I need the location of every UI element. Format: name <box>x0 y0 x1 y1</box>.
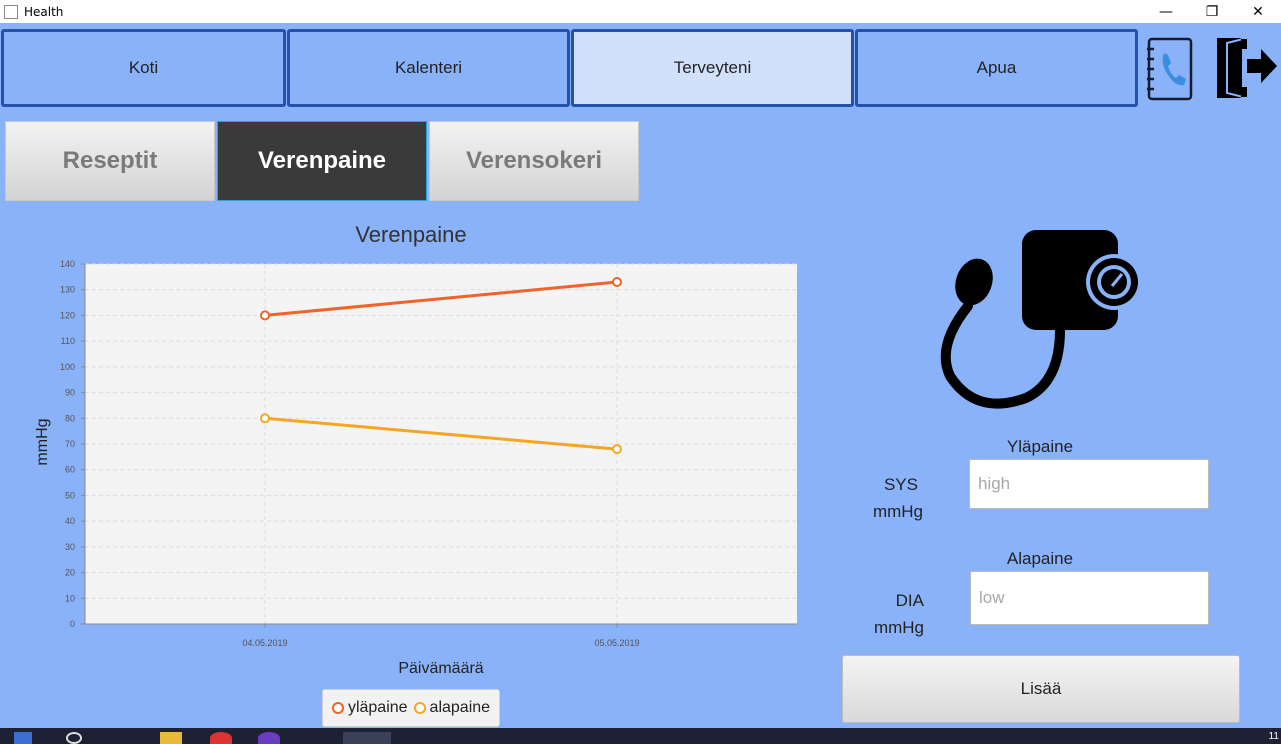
legend-label-low: alapaine <box>429 699 491 716</box>
low-pressure-input[interactable] <box>970 571 1209 625</box>
title-bar: Health — ❐ ✕ <box>0 0 1281 23</box>
subtab-label: Verenpaine <box>257 147 387 174</box>
data-point-0 <box>260 310 270 321</box>
nav-tab-label: Kalenteri <box>394 58 463 77</box>
nav-tab-terveyteni[interactable]: Terveyteni <box>571 29 854 107</box>
subtab-reseptit[interactable]: Reseptit <box>5 121 215 201</box>
nav-tab-kalenteri[interactable]: Kalenteri <box>287 29 570 107</box>
y-tick-label: 110 <box>61 336 75 346</box>
clock-text: 11 <box>1268 731 1279 742</box>
y-tick-label: 120 <box>60 310 75 320</box>
minimize-button[interactable]: — <box>1143 0 1189 23</box>
subtab-label: Verensokeri <box>465 147 603 174</box>
sys-label: SYS <box>883 475 918 494</box>
high-pressure-title: Yläpaine <box>1006 437 1074 456</box>
search-icon[interactable] <box>66 732 82 744</box>
dia-unit-label: mmHg <box>873 618 924 637</box>
blood-pressure-monitor-icon <box>940 230 1142 409</box>
y-tick-label: 40 <box>65 516 75 526</box>
active-window-icon[interactable] <box>343 732 391 744</box>
chart-title: Verenpaine <box>355 222 467 247</box>
low-pressure-title: Alapaine <box>1006 549 1074 568</box>
y-tick-label: 140 <box>60 259 75 269</box>
y-tick-label: 30 <box>65 542 75 552</box>
subtab-label: Reseptit <box>62 147 158 174</box>
y-tick-label: 80 <box>65 413 75 423</box>
legend-item-low: alapaine <box>413 699 491 717</box>
subtab-verenpaine[interactable]: Verenpaine <box>217 121 427 201</box>
blood-pressure-chart: 0 10 20 30 40 50 60 70 80 90 100 110 120 130 140 04.05.… <box>34 259 797 677</box>
legend-symbol-high <box>331 701 344 714</box>
window-title: Health <box>24 4 64 19</box>
y-tick-label: 90 <box>65 388 75 398</box>
y-tick-label: 60 <box>65 465 75 475</box>
add-button-label: Lisää <box>1020 679 1062 698</box>
high-pressure-input[interactable] <box>969 459 1209 509</box>
restore-button[interactable]: ❐ <box>1189 0 1235 23</box>
data-point-0 <box>612 277 622 287</box>
nav-tab-label: Apua <box>976 58 1017 77</box>
nav-tab-koti[interactable]: Koti <box>1 29 286 107</box>
app-icon <box>4 4 18 19</box>
nav-tab-label: Koti <box>128 58 159 77</box>
add-button[interactable]: Lisää <box>842 655 1240 723</box>
sys-unit-label: mmHg <box>872 502 923 521</box>
legend-label-high: yläpaine <box>347 699 408 716</box>
y-tick-label: 130 <box>60 285 75 295</box>
logout-icon[interactable] <box>1213 35 1279 101</box>
data-point-1 <box>260 413 270 424</box>
chart-legend: yläpaine alapaine <box>322 689 500 727</box>
x-axis-label: Päivämäärä <box>398 660 483 677</box>
y-tick-label: 10 <box>65 593 75 603</box>
y-tick-label: 0 <box>70 619 75 629</box>
file-explorer-icon[interactable] <box>160 732 182 744</box>
subtab-verensokeri[interactable]: Verensokeri <box>429 121 639 201</box>
app-red-icon[interactable] <box>210 732 232 744</box>
dia-label: DIA <box>895 591 924 610</box>
x-tick-label: 05.05.2019 <box>594 638 639 648</box>
y-tick-label: 100 <box>60 362 75 372</box>
nav-tab-apua[interactable]: Apua <box>855 29 1138 107</box>
taskbar: 11 <box>0 728 1281 744</box>
start-icon[interactable] <box>14 732 32 744</box>
y-axis-label: mmHg <box>34 418 51 465</box>
y-tick-label: 70 <box>65 439 75 449</box>
close-button[interactable]: ✕ <box>1235 0 1281 23</box>
y-tick-label: 50 <box>65 490 75 500</box>
x-tick-label: 04.05.2019 <box>242 638 287 648</box>
browser-icon[interactable] <box>258 732 280 744</box>
y-tick-label: 20 <box>65 568 75 578</box>
phonebook-icon[interactable] <box>1145 37 1195 101</box>
data-point-1 <box>612 444 622 455</box>
legend-symbol-low <box>413 701 426 714</box>
legend-item-high: yläpaine <box>331 699 408 717</box>
nav-tab-label: Terveyteni <box>673 58 752 77</box>
